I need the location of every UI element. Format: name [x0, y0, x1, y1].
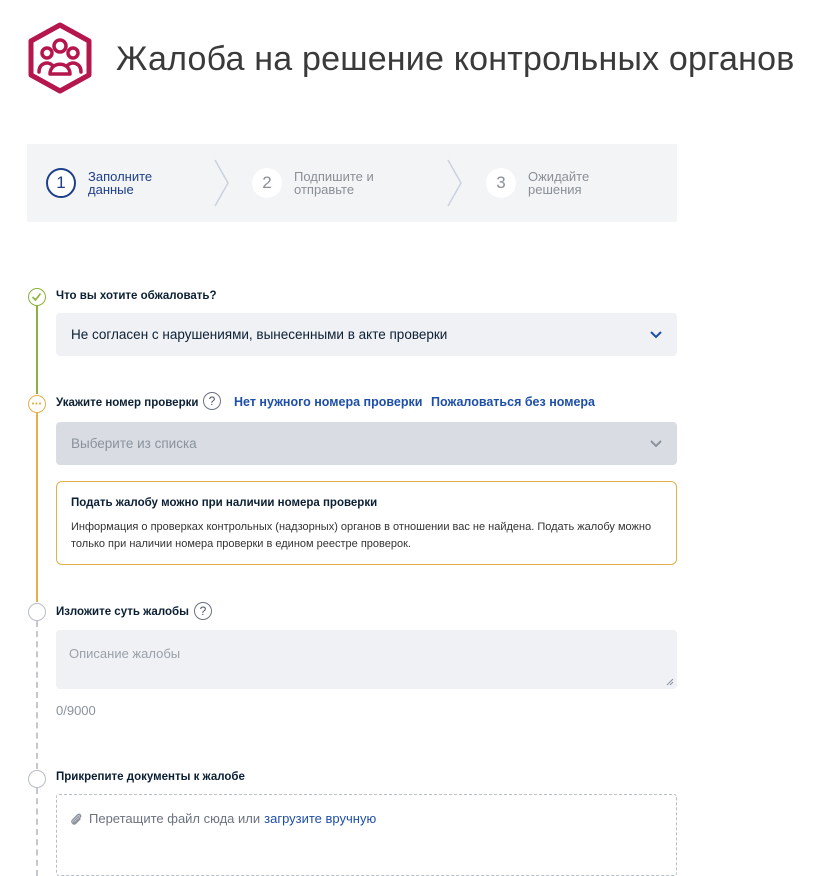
select-value: Не согласен с нарушениями, вынесенными в… — [71, 327, 448, 342]
complaint-description-textarea[interactable]: Описание жалобы — [56, 630, 677, 689]
notice-text: Информация о проверках контрольных (надз… — [71, 521, 652, 550]
step-number: 3 — [486, 168, 516, 198]
paperclip-icon — [71, 813, 82, 825]
upload-manually-link[interactable]: загрузите вручную — [264, 811, 376, 826]
step-number: 1 — [46, 168, 76, 198]
chevron-down-icon — [650, 439, 662, 447]
step-label: Ожидайте решения — [528, 169, 590, 197]
pending-circle-icon — [28, 770, 46, 788]
textarea-placeholder: Описание жалобы — [69, 646, 181, 661]
q1-label: Что вы хотите обжаловать? — [56, 290, 217, 302]
step-3: 3 Ожидайте решения — [486, 144, 638, 222]
logo — [26, 22, 94, 94]
q3-label: Изложите суть жалобы — [56, 606, 189, 618]
notice-title: Подать жалобу можно при наличии номера п… — [71, 497, 378, 509]
inspection-number-select[interactable]: Выберите из списка — [56, 422, 677, 465]
timeline-line-done — [36, 306, 38, 394]
chevron-right-icon — [447, 159, 462, 207]
chevron-down-icon — [650, 330, 662, 338]
appeal-subject-select[interactable]: Не согласен с нарушениями, вынесенными в… — [56, 313, 677, 356]
timeline-line-in-progress — [36, 413, 38, 602]
select-placeholder: Выберите из списка — [71, 436, 197, 451]
help-icon[interactable]: ? — [203, 392, 221, 410]
chevron-right-icon — [214, 159, 229, 207]
file-dropzone[interactable]: Перетащите файл сюда или загрузите вручн… — [56, 794, 677, 876]
q4-label: Прикрепите документы к жалобе — [56, 771, 245, 783]
step-number: 2 — [252, 168, 282, 198]
step-label: Заполните данные — [88, 169, 153, 197]
dropzone-text: Перетащите файл сюда или — [89, 811, 261, 826]
step-label: Подпишите и отправьте — [294, 169, 374, 197]
page-title: Жалоба на решение контрольных органов — [116, 40, 795, 78]
help-icon[interactable]: ? — [194, 602, 212, 620]
in-progress-icon — [28, 395, 46, 413]
timeline-line-pending — [36, 621, 38, 769]
timeline-line-pending — [36, 788, 38, 876]
char-counter: 0/9000 — [56, 703, 96, 718]
people-group-icon — [28, 22, 92, 94]
no-number-link[interactable]: Нет нужного номера проверки — [234, 395, 422, 409]
pending-circle-icon — [28, 603, 46, 621]
q2-label: Укажите номер проверки — [56, 397, 199, 409]
complain-without-number-link[interactable]: Пожаловаться без номера — [431, 395, 595, 409]
step-2: 2 Подпишите и отправьте — [252, 144, 404, 222]
resize-handle-icon[interactable] — [666, 678, 674, 686]
step-1: 1 Заполните данные — [46, 144, 198, 222]
warning-notice: Подать жалобу можно при наличии номера п… — [56, 481, 677, 565]
stepper: 1 Заполните данные 2 Подпишите и отправь… — [27, 144, 677, 222]
check-icon — [28, 288, 46, 306]
